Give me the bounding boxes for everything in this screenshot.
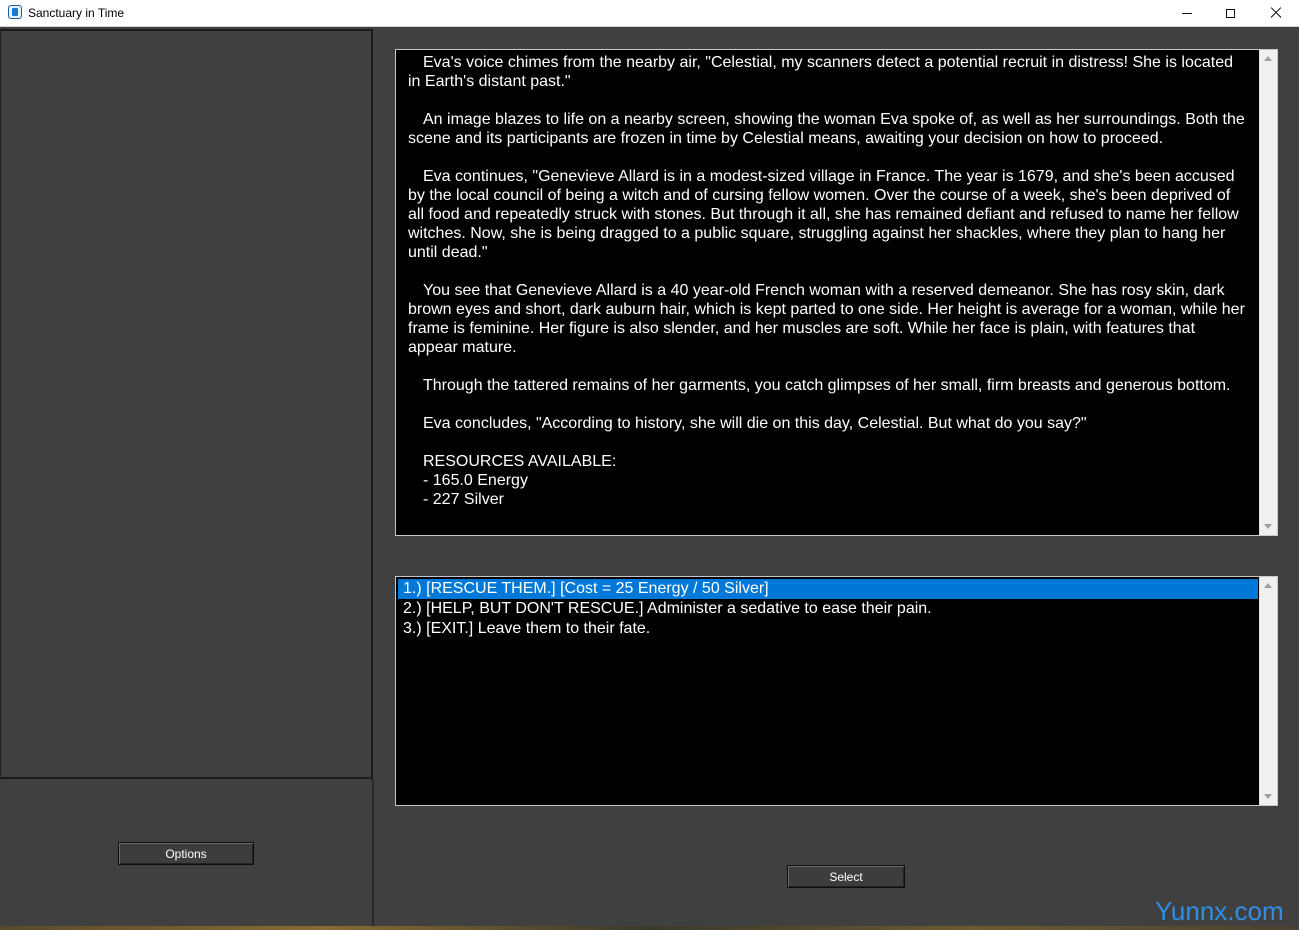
story-paragraph: An image blazes to life on a nearby scre… bbox=[408, 111, 1245, 147]
choice-exit[interactable]: 3.) [EXIT.] Leave them to their fate. bbox=[398, 619, 1258, 639]
minimize-button[interactable] bbox=[1164, 0, 1210, 26]
resource-energy: - 165.0 Energy bbox=[423, 472, 528, 489]
story-text-box[interactable]: Eva's voice chimes from the nearby air, … bbox=[395, 49, 1278, 536]
close-icon bbox=[1270, 7, 1282, 19]
story-paragraph: Eva's voice chimes from the nearby air, … bbox=[408, 54, 1233, 90]
watermark-text: Yunnx.com bbox=[1155, 896, 1284, 926]
window-title: Sanctuary in Time bbox=[28, 6, 125, 20]
maximize-icon bbox=[1225, 8, 1235, 18]
title-bar: Sanctuary in Time bbox=[0, 0, 1299, 27]
maximize-button[interactable] bbox=[1207, 0, 1253, 26]
story-paragraph: Eva concludes, "According to history, sh… bbox=[423, 415, 1087, 432]
select-button[interactable]: Select bbox=[787, 865, 905, 888]
choice-help[interactable]: 2.) [HELP, BUT DON'T RESCUE.] Administer… bbox=[398, 599, 1258, 619]
scroll-down-icon[interactable] bbox=[1264, 794, 1272, 799]
options-button[interactable]: Options bbox=[118, 842, 254, 865]
story-paragraph: You see that Genevieve Allard is a 40 ye… bbox=[408, 282, 1245, 356]
story-text: Eva's voice chimes from the nearby air, … bbox=[408, 53, 1248, 509]
story-paragraph: Through the tattered remains of her garm… bbox=[423, 377, 1231, 394]
scroll-up-icon[interactable] bbox=[1264, 56, 1272, 61]
panel-divider bbox=[372, 779, 374, 930]
story-paragraph: Eva continues, "Genevieve Allard is in a… bbox=[408, 168, 1239, 261]
choice-rescue[interactable]: 1.) [RESCUE THEM.] [Cost = 25 Energy / 5… bbox=[398, 579, 1258, 599]
app-icon bbox=[8, 5, 22, 19]
minimize-icon bbox=[1182, 12, 1192, 14]
choices-scrollbar[interactable] bbox=[1259, 577, 1277, 805]
resource-silver: - 227 Silver bbox=[423, 491, 504, 508]
scroll-up-icon[interactable] bbox=[1264, 583, 1272, 588]
choices-list[interactable]: 1.) [RESCUE THEM.] [Cost = 25 Energy / 5… bbox=[395, 576, 1278, 806]
left-image-panel bbox=[0, 29, 373, 779]
close-button[interactable] bbox=[1253, 0, 1299, 26]
resources-header: RESOURCES AVAILABLE: bbox=[423, 453, 617, 470]
taskbar-strip bbox=[0, 926, 1299, 930]
scroll-down-icon[interactable] bbox=[1264, 524, 1272, 529]
story-scrollbar[interactable] bbox=[1259, 50, 1277, 535]
